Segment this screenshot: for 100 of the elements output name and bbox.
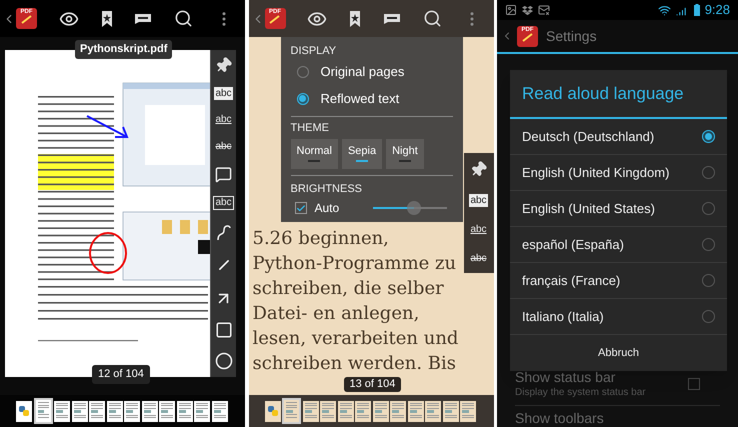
page-thumbnail[interactable] <box>34 398 52 424</box>
pencil-icon <box>20 15 32 24</box>
option-label: Original pages <box>320 62 404 81</box>
page-thumbnail[interactable] <box>212 400 228 422</box>
reflowed-text-line: Datei- en anlegen, <box>252 302 420 326</box>
checkbox-label: Auto <box>314 200 340 217</box>
page-thumbnail[interactable] <box>355 400 371 422</box>
page-indicator: 12 of 104 <box>92 365 150 384</box>
language-option[interactable]: español (España) <box>510 227 727 263</box>
page-thumbnail[interactable] <box>442 400 458 422</box>
page-thumbnail[interactable] <box>106 400 122 422</box>
language-option[interactable]: English (United Kingdom) <box>510 155 727 191</box>
reflowed-text-line: schreiben, die selber <box>252 277 444 301</box>
page-thumbnail[interactable] <box>425 400 441 422</box>
language-option[interactable]: Deutsch (Deutschland) <box>510 119 727 155</box>
page-thumbnail[interactable] <box>89 400 105 422</box>
setting-title: Show toolbars <box>515 410 605 427</box>
setting-subtitle: Display the system status bar <box>515 386 647 399</box>
section-header: DISPLAY <box>290 44 338 58</box>
circle-annotation <box>89 232 127 274</box>
page-thumbnail[interactable] <box>16 400 32 422</box>
screen-title: Settings <box>546 26 597 46</box>
page-thumbnail[interactable] <box>320 400 336 422</box>
radio-button[interactable] <box>702 202 715 215</box>
option-label: English (United States) <box>522 200 655 218</box>
arrow-annotation <box>86 115 128 138</box>
page-thumbnail[interactable] <box>302 400 318 422</box>
radio-button[interactable] <box>702 238 715 251</box>
reflowed-text-line: lesen, verarbeiten und <box>252 327 458 351</box>
radio-button[interactable] <box>296 66 308 78</box>
reflowed-text-line: schreiben werden. Bis <box>252 352 456 376</box>
brightness-slider[interactable] <box>373 201 448 215</box>
wifi-icon <box>658 4 671 16</box>
bookmark-icon[interactable] <box>100 10 113 28</box>
display-mode-option[interactable]: Original pages <box>290 58 452 85</box>
language-option[interactable]: Italiano (Italia) <box>510 299 727 335</box>
page-thumbnail[interactable] <box>372 400 388 422</box>
checkbox[interactable] <box>294 202 306 214</box>
file-title: Pythonskript.pdf <box>75 40 172 58</box>
display-mode-option[interactable]: Reflowed text <box>290 85 452 112</box>
section-header: BRIGHTNESS <box>290 182 364 196</box>
underline-tool[interactable]: abc <box>215 113 232 126</box>
circle-icon[interactable] <box>214 352 232 370</box>
page-thumbnail[interactable] <box>142 400 158 422</box>
highlight-tool[interactable]: abc <box>214 87 233 100</box>
page-thumbnail[interactable] <box>72 400 88 422</box>
page-thumbnail[interactable] <box>194 400 210 422</box>
setting-title: Show status bar <box>515 369 616 386</box>
page-thumbnail[interactable] <box>124 400 140 422</box>
page-indicator: 13 of 104 <box>344 377 402 392</box>
search-icon[interactable] <box>174 9 194 28</box>
page-thumbnail[interactable] <box>159 400 175 422</box>
crossed-envelope-icon <box>538 4 550 16</box>
strikethrough-tool[interactable]: abc <box>215 140 232 153</box>
option-label: español (España) <box>522 236 624 254</box>
page-thumbnail[interactable] <box>460 400 476 422</box>
strikethrough-tool[interactable]: abc <box>470 252 487 265</box>
page-thumbnail[interactable] <box>264 400 280 422</box>
bookmark-icon[interactable] <box>349 10 362 28</box>
option-label: Reflowed text <box>320 90 400 108</box>
radio-button[interactable] <box>702 130 715 143</box>
curve-icon[interactable] <box>216 224 232 242</box>
language-option[interactable]: English (United States) <box>510 191 727 227</box>
rectangle-icon[interactable] <box>214 320 232 339</box>
comment-icon[interactable] <box>134 12 152 25</box>
page-thumbnail[interactable] <box>176 400 192 422</box>
theme-button[interactable]: Night <box>386 139 424 169</box>
dialog-title: Read aloud language <box>510 70 727 119</box>
page-thumbnail[interactable] <box>390 400 406 422</box>
highlight-tool[interactable]: abc <box>469 194 488 207</box>
reflowed-text-line: 5.26 beginnen, <box>252 227 389 251</box>
radio-button[interactable] <box>296 92 308 104</box>
search-icon[interactable] <box>422 9 442 28</box>
underline-tool[interactable]: abc <box>470 223 487 236</box>
option-label: English (United Kingdom) <box>522 164 670 182</box>
theme-button[interactable]: Sepia <box>342 139 382 169</box>
option-label: français (France) <box>522 272 620 290</box>
theme-button[interactable]: Normal <box>290 139 338 169</box>
pencil-icon <box>522 32 534 42</box>
radio-button[interactable] <box>702 166 715 179</box>
language-option[interactable]: français (France) <box>510 263 727 299</box>
pencil-icon <box>269 15 281 24</box>
comment-icon[interactable] <box>382 12 401 25</box>
checkbox[interactable] <box>688 378 700 390</box>
option-label: Italiano (Italia) <box>522 308 604 326</box>
page-thumbnail[interactable] <box>408 400 424 422</box>
radio-button[interactable] <box>702 274 715 287</box>
text-box-tool[interactable]: abc <box>213 196 234 210</box>
cancel-button[interactable]: Abbruch <box>510 335 727 371</box>
section-header: THEME <box>290 121 330 135</box>
note-icon[interactable] <box>215 166 232 184</box>
battery-icon <box>694 4 700 16</box>
option-label: Deutsch (Deutschland) <box>522 128 654 146</box>
page-thumbnail[interactable] <box>54 400 70 422</box>
page-thumbnail[interactable] <box>338 400 354 422</box>
diamond-cluster-icon <box>522 4 533 16</box>
page-thumbnail[interactable] <box>282 398 301 424</box>
image-icon <box>505 4 517 16</box>
radio-button[interactable] <box>702 310 715 323</box>
clock: 9:28 <box>704 1 730 20</box>
